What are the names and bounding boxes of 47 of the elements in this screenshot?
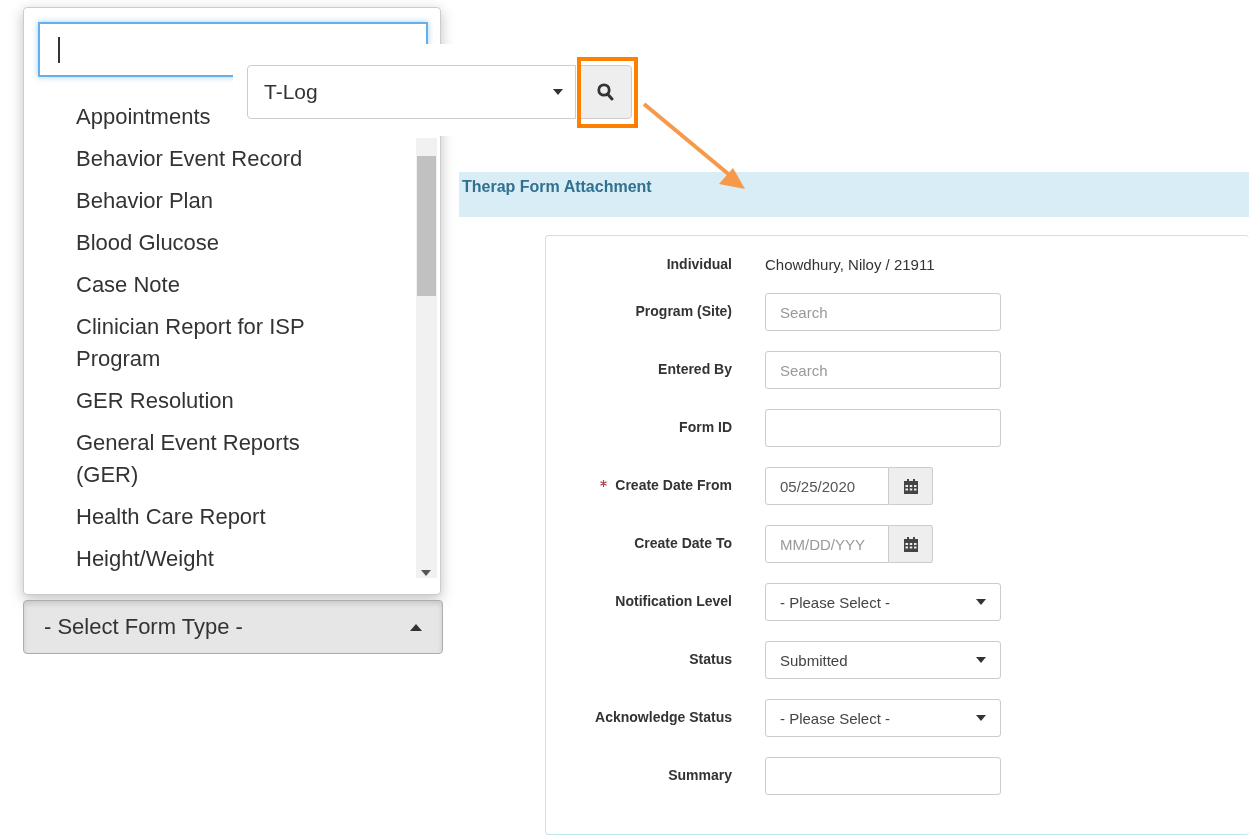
search-button[interactable] bbox=[578, 65, 632, 119]
form-type-dropdown[interactable]: - Select Form Type - bbox=[23, 600, 443, 654]
input-field[interactable] bbox=[765, 757, 1001, 795]
calendar-button[interactable] bbox=[889, 467, 933, 505]
calendar-button[interactable] bbox=[889, 525, 933, 563]
field-label: Create Date To bbox=[634, 535, 732, 551]
field-label: Summary bbox=[668, 767, 732, 783]
menu-item[interactable]: Health Care Report bbox=[76, 496, 266, 538]
field-label: Create Date From bbox=[615, 477, 732, 493]
field-label: Entered By bbox=[658, 361, 732, 377]
menu-item[interactable]: Behavior Event Record bbox=[76, 138, 303, 180]
input-field[interactable]: Search bbox=[765, 293, 1001, 331]
caret-icon bbox=[976, 599, 986, 605]
field-label: Form ID bbox=[679, 419, 732, 435]
field-label: Individual bbox=[666, 256, 732, 272]
select-field[interactable]: Submitted bbox=[765, 641, 1001, 679]
select-field[interactable]: - Please Select - bbox=[765, 699, 1001, 737]
scroll-down-icon[interactable] bbox=[421, 570, 431, 576]
menu-item[interactable]: Behavior Plan bbox=[76, 180, 213, 222]
field-label: Status bbox=[689, 651, 732, 667]
panel-title: Therap Form Attachment bbox=[459, 172, 1249, 217]
calendar-icon bbox=[903, 478, 918, 494]
menu-item[interactable]: Case Note bbox=[76, 264, 180, 306]
caret-icon bbox=[976, 715, 986, 721]
menu-item[interactable]: Blood Glucose bbox=[76, 222, 220, 264]
input-field[interactable]: Search bbox=[765, 351, 1001, 389]
date-field[interactable]: MM/DD/YYY bbox=[765, 525, 889, 563]
field-label: Program (Site) bbox=[635, 303, 732, 319]
input-field[interactable] bbox=[765, 409, 1001, 447]
field-value: Chowdhury, Niloy / 21911 bbox=[765, 256, 935, 273]
caret-icon bbox=[976, 657, 986, 663]
caret-icon bbox=[553, 89, 563, 95]
date-field[interactable]: 05/25/2020 bbox=[765, 467, 889, 505]
menu-item[interactable]: Clinician Report for ISP Program bbox=[76, 306, 341, 380]
menu-item[interactable]: General Event Reports (GER) bbox=[76, 422, 341, 496]
caret-icon bbox=[410, 623, 422, 631]
menu-item[interactable]: Appointments bbox=[76, 96, 211, 138]
form-type-select[interactable]: T-Log bbox=[247, 65, 576, 119]
menu-item[interactable]: GER Resolution bbox=[76, 380, 234, 422]
scrollbar[interactable] bbox=[416, 138, 437, 578]
field-label: Acknowledge Status bbox=[595, 709, 732, 725]
calendar-icon bbox=[903, 536, 918, 552]
menu-item[interactable]: Height/Weight bbox=[76, 538, 214, 578]
search-icon bbox=[596, 83, 614, 101]
select-field[interactable]: - Please Select - bbox=[765, 583, 1001, 621]
field-label: Notification Level bbox=[615, 593, 732, 609]
text-cursor bbox=[58, 36, 60, 63]
